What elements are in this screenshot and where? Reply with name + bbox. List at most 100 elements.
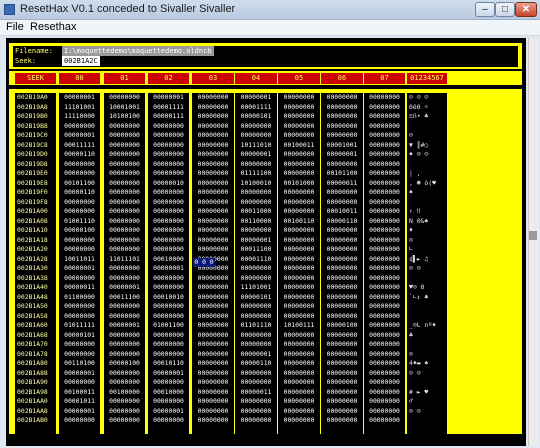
byte-cell[interactable]: 00000000 [104,198,145,207]
byte-cell[interactable]: 00000000 [364,198,405,207]
close-button[interactable]: ✕ [515,2,537,17]
menu-file[interactable]: File [6,21,24,33]
byte-cell[interactable]: 00000000 [278,397,320,406]
byte-cell[interactable]: 00000000 [235,188,277,197]
row-ascii[interactable] [407,303,447,311]
byte-cell[interactable]: 00000000 [278,407,320,416]
byte-cell[interactable]: 00000000 [192,378,234,387]
byte-cell[interactable]: 00011100 [235,245,277,254]
byte-cell[interactable]: 00000000 [278,274,320,283]
row-ascii[interactable]: ♣ [407,331,447,340]
byte-cell[interactable]: 00000110 [59,188,100,197]
byte-cell[interactable]: 00000000 [364,350,405,359]
byte-cell[interactable]: 00000000 [104,350,145,359]
byte-cell[interactable]: 00000000 [235,369,277,378]
byte-cell[interactable]: 00000000 [104,150,145,159]
byte-cell[interactable]: 00000000 [192,207,234,216]
byte-cell[interactable]: 00000000 [235,416,277,425]
byte-cell[interactable]: 00000000 [278,350,320,359]
byte-cell[interactable]: 00000000 [364,388,405,397]
row-ascii[interactable]: ♥☺ Θ [407,283,447,292]
byte-cell[interactable]: 00000000 [148,245,189,254]
byte-cell[interactable]: 00000000 [278,369,320,378]
byte-cell[interactable]: 00000000 [104,179,145,188]
row-ascii[interactable]: , ☻ ó(♥ [407,179,447,188]
byte-cell[interactable]: 00000000 [364,274,405,283]
byte-cell[interactable]: 00000000 [104,331,145,340]
byte-cell[interactable]: 00000000 [148,217,189,226]
byte-cell[interactable]: 00000000 [148,274,189,283]
byte-cell[interactable]: 00000000 [321,264,363,273]
row-ascii[interactable]: ↑ ‼ [407,207,447,216]
byte-cell[interactable]: 00000000 [104,369,145,378]
byte-cell[interactable]: 00000000 [59,312,100,321]
byte-cell[interactable]: 00000000 [192,150,234,159]
row-ascii[interactable] [407,379,447,387]
byte-cell[interactable]: 00011111 [59,141,100,150]
byte-cell[interactable]: 01111100 [235,169,277,178]
byte-cell[interactable]: 00000000 [364,378,405,387]
byte-cell[interactable]: 00000000 [321,312,363,321]
byte-cell[interactable]: 00000000 [321,283,363,292]
byte-cell[interactable]: 01100000 [59,293,100,302]
byte-cell[interactable]: 00000000 [104,141,145,150]
byte-cell[interactable]: 00000000 [321,236,363,245]
byte-cell[interactable]: 00000000 [148,198,189,207]
byte-cell[interactable]: 00000000 [104,131,145,140]
byte-cell[interactable]: 00000000 [192,331,234,340]
byte-cell[interactable]: 00000000 [321,245,363,254]
byte-cell[interactable]: 10100111 [278,321,320,330]
byte-cell[interactable]: 00000000 [364,312,405,321]
row-ascii[interactable] [407,199,447,207]
scrollbar-thumb[interactable] [529,231,537,240]
byte-cell[interactable]: 00000000 [278,378,320,387]
byte-cell[interactable]: 00000000 [192,236,234,245]
minimize-button[interactable]: – [475,2,495,17]
byte-cell[interactable]: 00000001 [148,407,189,416]
byte-cell[interactable]: 11101001 [235,283,277,292]
byte-cell[interactable]: 00000000 [364,283,405,292]
byte-cell[interactable]: 00000000 [235,340,277,349]
byte-cell[interactable]: 00000000 [192,122,234,131]
row-ascii[interactable]: | , [407,169,447,178]
byte-cell[interactable]: 00000000 [104,245,145,254]
byte-cell[interactable]: 00110100 [59,359,100,368]
byte-cell[interactable]: 00001001 [321,141,363,150]
byte-cell[interactable]: 00010010 [148,293,189,302]
row-ascii[interactable]: ☺ [407,131,447,140]
byte-cell[interactable]: 00000000 [278,312,320,321]
byte-cell[interactable]: 00000000 [364,188,405,197]
byte-cell[interactable]: 00011100 [104,293,145,302]
byte-cell[interactable]: 00000000 [321,407,363,416]
byte-cell[interactable]: 00000000 [235,264,277,273]
byte-cell[interactable]: 00000000 [364,416,405,425]
byte-cell[interactable]: 00100000 [104,388,145,397]
byte-cell[interactable]: 00100011 [59,388,100,397]
byte-cell[interactable]: 11110000 [59,112,100,121]
byte-cell[interactable]: 00000000 [104,188,145,197]
byte-cell[interactable]: 00000000 [278,198,320,207]
row-ascii[interactable] [407,313,447,321]
byte-cell[interactable]: 00000000 [104,160,145,169]
row-ascii[interactable]: ♦ [407,226,447,235]
byte-cell[interactable]: 00001110 [235,255,277,264]
byte-cell[interactable]: 00000110 [59,150,100,159]
byte-cell[interactable]: 00000000 [192,302,234,311]
byte-cell[interactable]: 00000000 [364,359,405,368]
byte-cell[interactable]: 00000101 [235,112,277,121]
byte-cell[interactable]: 00000000 [364,93,405,102]
row-ascii[interactable]: ▼ ║#○ [407,141,447,150]
byte-cell[interactable]: 00000101 [59,331,100,340]
byte-cell[interactable]: 00000010 [148,179,189,188]
byte-cell[interactable]: 00000000 [278,160,320,169]
byte-cell[interactable]: 00000000 [192,169,234,178]
byte-cell[interactable]: 00000001 [104,283,145,292]
byte-cell[interactable]: 00000000 [278,293,320,302]
edit-cursor[interactable]: 0 0 0 [193,258,215,267]
byte-cell[interactable]: 10011011 [59,255,100,264]
row-ascii[interactable] [407,417,447,425]
byte-cell[interactable]: 00101000 [278,179,320,188]
byte-cell[interactable]: 00101100 [59,179,100,188]
byte-cell[interactable]: 00000000 [278,264,320,273]
row-ascii[interactable] [407,275,447,283]
